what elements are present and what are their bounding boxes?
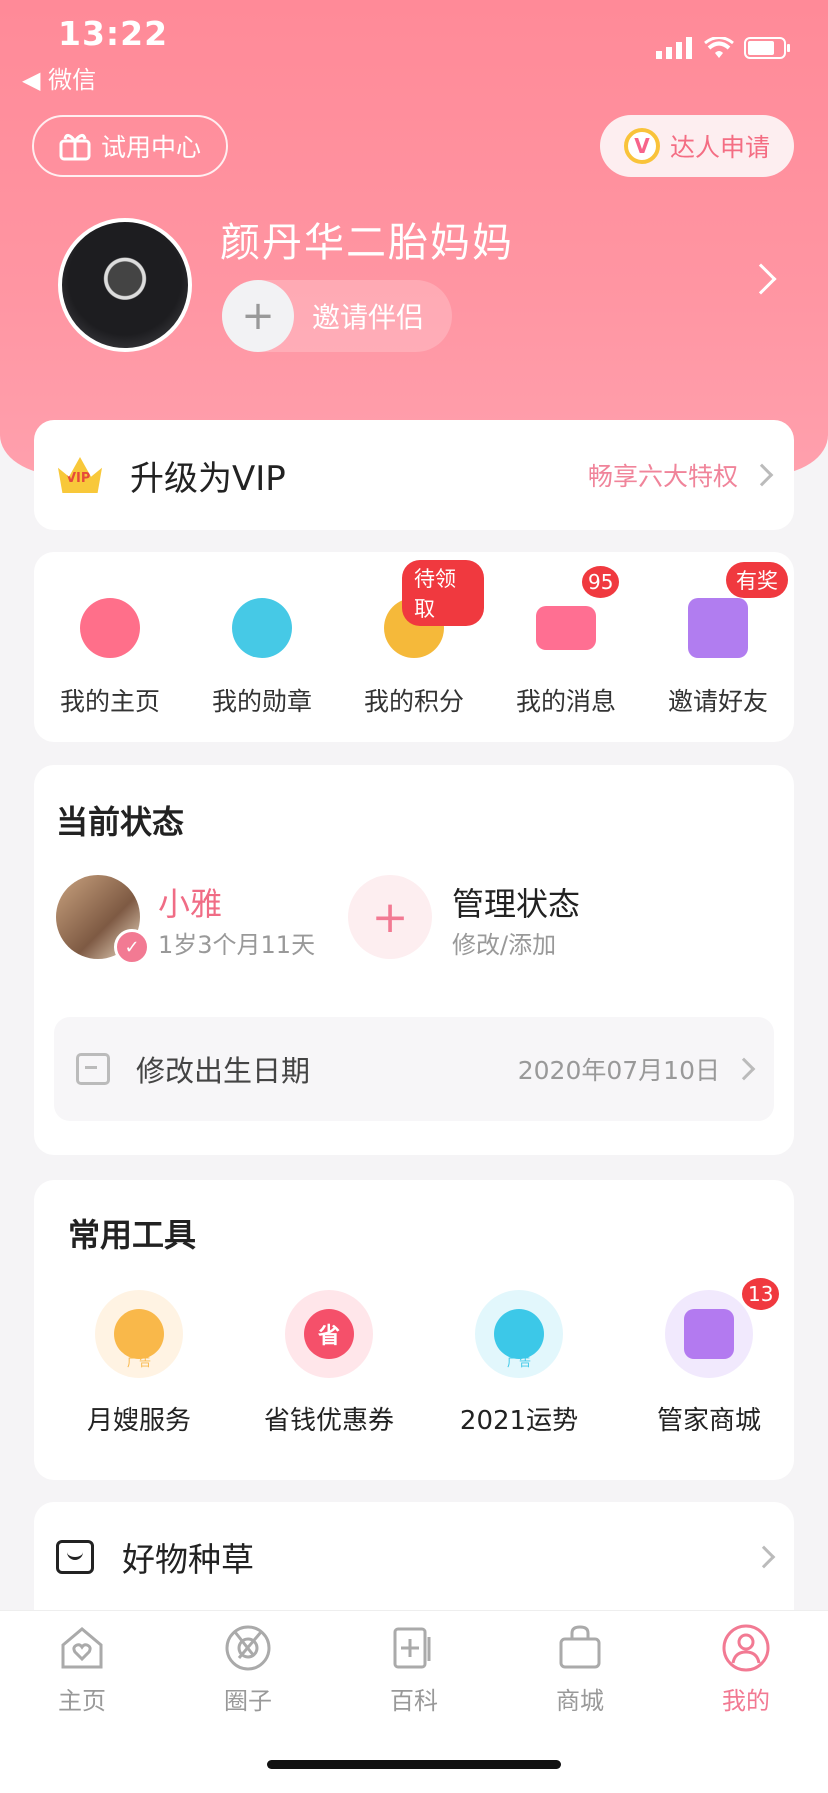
upgrade-vip-row[interactable]: VIP 升级为VIP 畅享六大特权 <box>34 420 794 530</box>
status-time: 13:22 <box>58 14 169 53</box>
tab-label: 主页 <box>58 1687 106 1715</box>
invite-partner-label: 邀请伴侣 <box>312 301 425 334</box>
talent-apply-label: 达人申请 <box>669 133 770 162</box>
encyclopedia-icon <box>393 1627 431 1669</box>
tab-label: 我的 <box>722 1687 770 1715</box>
bag-icon <box>56 1540 94 1574</box>
quick-item-my-home[interactable]: 我的主页 <box>40 598 180 718</box>
birth-date-value: 2020年07月10日 <box>517 1056 720 1085</box>
tool-label: 省钱优惠券 <box>263 1406 394 1436</box>
manage-state-plus-button[interactable]: + <box>348 875 432 959</box>
vip-title: 升级为VIP <box>130 458 286 499</box>
pending-claim-badge: 待领取 <box>402 560 484 626</box>
quick-item-label: 我的消息 <box>515 687 616 716</box>
tab-home[interactable]: 主页 <box>22 1623 142 1716</box>
vip-crown-icon: VIP <box>58 457 102 493</box>
current-state-card: 当前状态 ✓ 小雅 1岁3个月11天 + 管理状态 修改/添加 修改出生日期 2… <box>34 765 794 1155</box>
tab-circle[interactable]: 圈子 <box>188 1623 308 1716</box>
tab-encyclopedia[interactable]: 百科 <box>354 1623 474 1716</box>
my-home-icon <box>80 598 140 658</box>
status-icons <box>656 36 792 60</box>
ad-tag: 广告 <box>126 1355 151 1369</box>
quick-item-invite-friends[interactable]: 邀请好友 有奖 <box>648 562 788 718</box>
tool-fortune-2021[interactable]: 广告 2021运势 <box>434 1290 604 1437</box>
tab-mine[interactable]: 我的 <box>686 1623 806 1716</box>
quick-item-label: 我的勋章 <box>211 687 312 716</box>
gift-icon <box>59 134 91 161</box>
trial-center-label: 试用中心 <box>100 133 201 162</box>
shopping-bag-icon <box>665 1290 753 1378</box>
home-heart-icon <box>61 1627 103 1669</box>
wifi-icon <box>704 37 734 58</box>
trial-center-button[interactable]: 试用中心 <box>32 115 228 177</box>
quick-item-my-points[interactable]: 我的积分 待领取 <box>344 560 484 718</box>
edit-birth-date-label: 修改出生日期 <box>136 1054 311 1088</box>
manage-state-subtitle: 修改/添加 <box>452 931 557 959</box>
child-age: 1岁3个月11天 <box>158 931 316 959</box>
child-name[interactable]: 小雅 <box>158 879 222 925</box>
check-icon: ✓ <box>114 929 150 965</box>
tool-butler-mall[interactable]: 管家商城 13 <box>624 1278 794 1437</box>
tab-label: 百科 <box>390 1687 438 1715</box>
tool-maternity-nanny[interactable]: 广告 月嫂服务 <box>54 1290 224 1437</box>
tool-coupons[interactable]: 省 省钱优惠券 <box>244 1290 414 1437</box>
current-state-title: 当前状态 <box>56 803 185 841</box>
circle-aperture-icon <box>225 1625 271 1671</box>
edit-birth-date-row[interactable]: 修改出生日期 2020年07月10日 <box>54 1017 774 1121</box>
quick-item-label: 邀请好友 <box>667 687 768 716</box>
signal-icon <box>656 37 692 59</box>
common-tools-title: 常用工具 <box>68 1216 197 1254</box>
mall-count-badge: 13 <box>742 1278 780 1310</box>
quick-item-my-messages[interactable]: 我的消息 95 <box>496 566 636 718</box>
good-stuff-title: 好物种草 <box>122 1540 254 1579</box>
tool-label: 2021运势 <box>459 1406 579 1436</box>
reward-badge: 有奖 <box>726 562 788 598</box>
fortune-wave-icon: 广告 <box>475 1290 563 1378</box>
quick-item-my-medals[interactable]: 我的勋章 <box>192 598 332 718</box>
profile-icon <box>722 1624 770 1672</box>
plus-icon: + <box>222 280 294 352</box>
tab-label: 商城 <box>556 1687 604 1715</box>
common-tools-card: 常用工具 广告 月嫂服务 省 省钱优惠券 广告 2021运势 管家商城 13 <box>34 1180 794 1480</box>
quick-links: 我的主页 我的勋章 我的积分 待领取 我的消息 95 邀请好友 有奖 <box>34 552 794 742</box>
battery-icon <box>744 37 790 59</box>
chevron-right-icon <box>732 1057 756 1081</box>
chevron-right-icon <box>752 1545 776 1569</box>
tool-label: 管家商城 <box>656 1406 761 1436</box>
child-avatar[interactable]: ✓ <box>56 875 150 965</box>
quick-item-label: 我的主页 <box>59 687 160 716</box>
back-to-wechat[interactable]: ◀ 微信 <box>22 60 96 95</box>
v-badge-icon: V <box>623 128 660 164</box>
avatar[interactable] <box>58 218 192 352</box>
coupon-icon: 省 <box>285 1290 373 1378</box>
envelope-icon <box>536 606 596 650</box>
chevron-right-icon <box>750 463 774 487</box>
manage-state-title[interactable]: 管理状态 <box>452 879 580 925</box>
calendar-icon <box>76 1053 110 1085</box>
tool-label: 月嫂服务 <box>86 1406 191 1436</box>
shopping-bag-icon <box>559 1625 601 1669</box>
invite-letter-icon <box>688 598 748 658</box>
invite-partner-button[interactable]: + 邀请伴侣 <box>222 280 452 352</box>
talent-apply-button[interactable]: V 达人申请 <box>600 115 794 177</box>
vip-privileges: 畅享六大特权 <box>587 462 738 491</box>
message-count-badge: 95 <box>582 566 620 598</box>
username: 颜丹华二胎妈妈 <box>220 220 514 266</box>
medal-icon <box>232 598 292 658</box>
nanny-icon: 广告 <box>95 1290 183 1378</box>
tab-label: 圈子 <box>224 1687 272 1715</box>
tab-mall[interactable]: 商城 <box>520 1623 640 1716</box>
ad-tag: 广告 <box>506 1355 531 1369</box>
home-indicator[interactable] <box>267 1760 561 1769</box>
quick-item-label: 我的积分 <box>363 687 464 716</box>
good-stuff-row[interactable]: 好物种草 <box>34 1502 794 1612</box>
